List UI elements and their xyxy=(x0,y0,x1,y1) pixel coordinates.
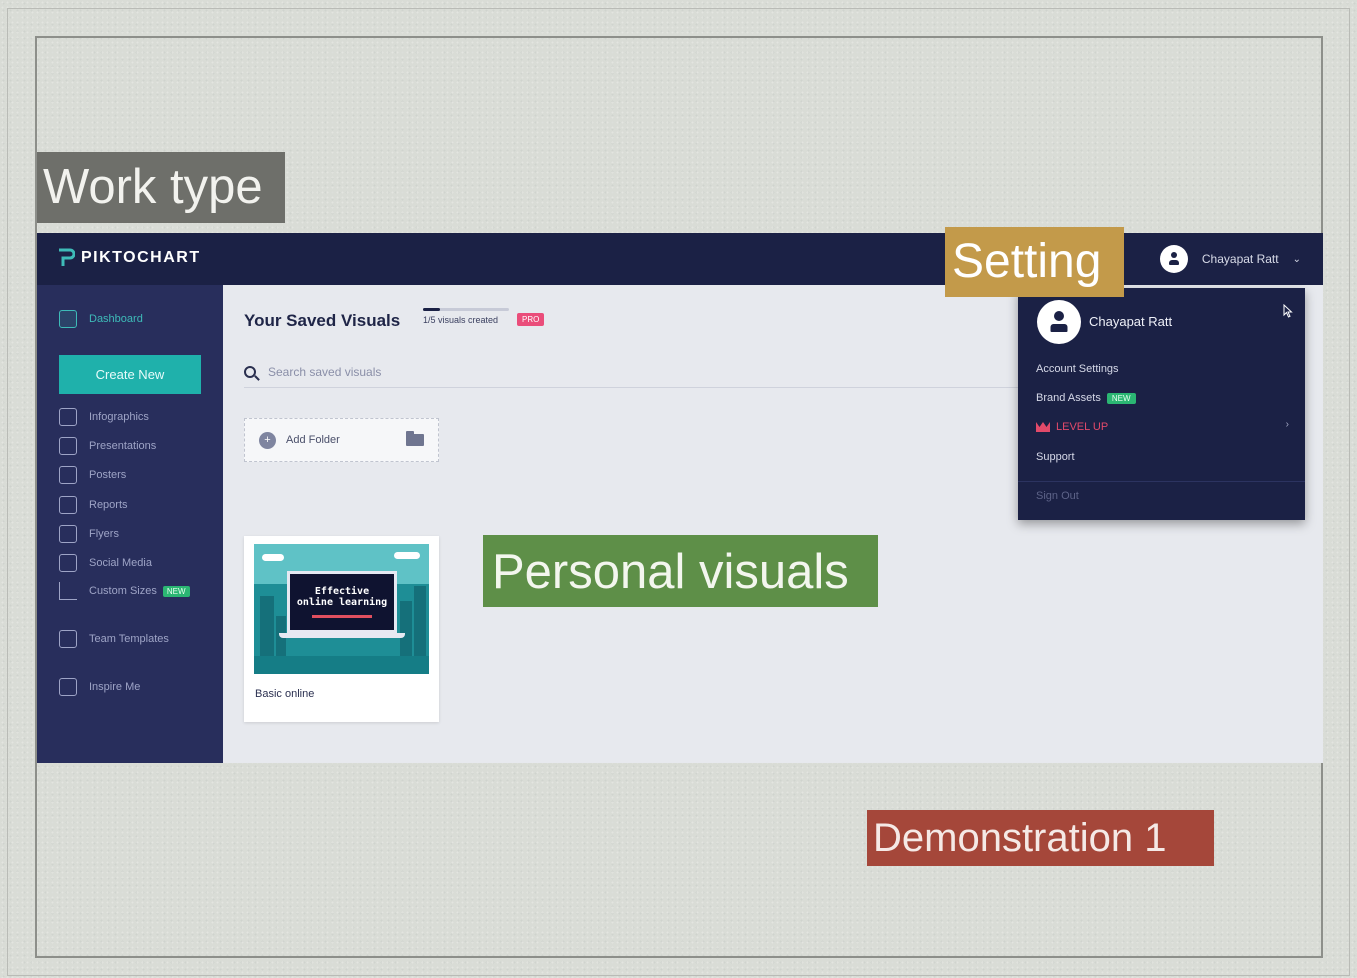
top-bar: PIKTOCHART Chayapat Ratt ⌄ xyxy=(37,233,1323,285)
piktochart-logo-icon xyxy=(59,248,75,266)
thumbnail-bar xyxy=(312,615,372,618)
visual-title: Basic online xyxy=(255,688,315,700)
building-shape xyxy=(260,596,274,656)
infographics-icon xyxy=(59,408,77,426)
posters-icon xyxy=(59,466,77,484)
cloud-shape xyxy=(262,554,284,561)
sidebar-item-label: Flyers xyxy=(89,528,119,540)
quota-progress-bar xyxy=(423,308,509,311)
avatar xyxy=(1159,245,1188,273)
folder-icon xyxy=(406,431,424,446)
user-icon xyxy=(1049,311,1069,333)
social-media-icon xyxy=(59,554,77,572)
visual-thumbnail: Effective online learning xyxy=(254,544,429,674)
reports-icon xyxy=(59,496,77,514)
sidebar: Dashboard Create New Infographics Presen… xyxy=(37,285,223,763)
level-up-item[interactable]: LEVEL UP xyxy=(1036,421,1108,433)
sidebar-item-dashboard[interactable]: Dashboard xyxy=(59,310,143,328)
setting-label: Setting xyxy=(945,227,1124,297)
user-menu-toggle[interactable]: Chayapat Ratt ⌄ xyxy=(1159,245,1301,273)
new-badge: NEW xyxy=(1106,392,1136,404)
demonstration-label: Demonstration 1 xyxy=(867,810,1214,866)
sign-out-item[interactable]: Sign Out xyxy=(1036,490,1079,502)
account-settings-item[interactable]: Account Settings xyxy=(1036,363,1119,375)
sidebar-item-label: Social Media xyxy=(89,557,152,569)
level-up-label: LEVEL UP xyxy=(1056,421,1109,433)
sidebar-item-label: Infographics xyxy=(89,411,149,423)
user-name: Chayapat Ratt xyxy=(1201,252,1279,266)
search-icon xyxy=(244,366,256,378)
personal-visuals-label: Personal visuals xyxy=(483,535,878,607)
brand-assets-label: Brand Assets xyxy=(1036,392,1101,404)
sidebar-item-team-templates[interactable]: Team Templates xyxy=(59,630,169,648)
quota-progress-fill xyxy=(423,308,441,311)
presentations-icon xyxy=(59,437,77,455)
sidebar-item-flyers[interactable]: Flyers xyxy=(59,525,119,543)
brand-assets-item[interactable]: Brand Assets NEW xyxy=(1036,392,1136,404)
thumbnail-title-1: Effective xyxy=(314,586,370,597)
flyers-icon xyxy=(59,525,77,543)
thumbnail-ground xyxy=(254,656,429,674)
search-input[interactable] xyxy=(266,364,570,380)
account-dropdown: Chayapat Ratt Account Settings Brand Ass… xyxy=(1018,288,1305,520)
sidebar-item-social-media[interactable]: Social Media xyxy=(59,554,152,572)
quota-text: 1/5 visuals created xyxy=(423,315,499,325)
new-badge: NEW xyxy=(162,585,190,597)
add-folder-label: Add Folder xyxy=(286,434,340,446)
building-shape xyxy=(414,586,426,656)
dashboard-icon xyxy=(59,310,77,328)
sidebar-item-label: Presentations xyxy=(89,440,157,452)
pro-badge[interactable]: PRO xyxy=(517,313,545,326)
sidebar-item-label: Inspire Me xyxy=(89,681,141,693)
chevron-right-icon: › xyxy=(1285,419,1289,430)
brand-name: PIKTOCHART xyxy=(81,249,201,266)
sidebar-item-infographics[interactable]: Infographics xyxy=(59,408,149,426)
piktochart-logo[interactable]: PIKTOCHART xyxy=(57,248,201,268)
sidebar-item-label: Reports xyxy=(89,499,128,511)
work-type-label: Work type xyxy=(37,152,285,223)
sidebar-item-posters[interactable]: Posters xyxy=(59,466,126,484)
laptop-base xyxy=(279,633,405,638)
crown-icon xyxy=(1036,422,1050,432)
sidebar-item-label: Dashboard xyxy=(89,313,143,325)
support-item[interactable]: Support xyxy=(1036,451,1075,463)
page-title: Your Saved Visuals xyxy=(244,311,401,330)
sidebar-item-presentations[interactable]: Presentations xyxy=(59,437,156,455)
avatar xyxy=(1037,300,1081,344)
sidebar-item-label: Posters xyxy=(89,469,127,481)
dropdown-user-name: Chayapat Ratt xyxy=(1089,314,1173,329)
custom-sizes-icon xyxy=(59,582,77,600)
chevron-down-icon: ⌄ xyxy=(1292,253,1301,265)
piktochart-screenshot: PIKTOCHART Chayapat Ratt ⌄ Dashboard Cre… xyxy=(37,233,1323,763)
cloud-shape xyxy=(394,552,420,559)
inspire-me-icon xyxy=(59,678,77,696)
sidebar-item-label: Team Templates xyxy=(89,633,169,645)
divider xyxy=(1018,481,1305,482)
user-icon xyxy=(1168,252,1180,266)
visual-quota: 1/5 visuals created xyxy=(423,308,509,325)
plus-circle-icon: + xyxy=(259,431,276,449)
sidebar-item-reports[interactable]: Reports xyxy=(59,496,128,514)
search-bar xyxy=(244,357,1034,388)
add-folder-button[interactable]: + Add Folder xyxy=(244,418,439,462)
sidebar-item-label: Custom Sizes xyxy=(89,585,157,597)
team-templates-icon xyxy=(59,630,77,648)
building-shape xyxy=(400,601,412,656)
thumbnail-title-2: online learning xyxy=(296,597,388,608)
create-new-button[interactable]: Create New xyxy=(59,355,201,394)
laptop-screen: Effective online learning xyxy=(287,571,397,633)
cursor-icon xyxy=(1283,304,1293,318)
visual-card[interactable]: Effective online learning Basic online xyxy=(244,536,439,722)
sidebar-item-custom-sizes[interactable]: Custom Sizes NEW xyxy=(59,582,190,600)
sidebar-item-inspire-me[interactable]: Inspire Me xyxy=(59,678,140,696)
